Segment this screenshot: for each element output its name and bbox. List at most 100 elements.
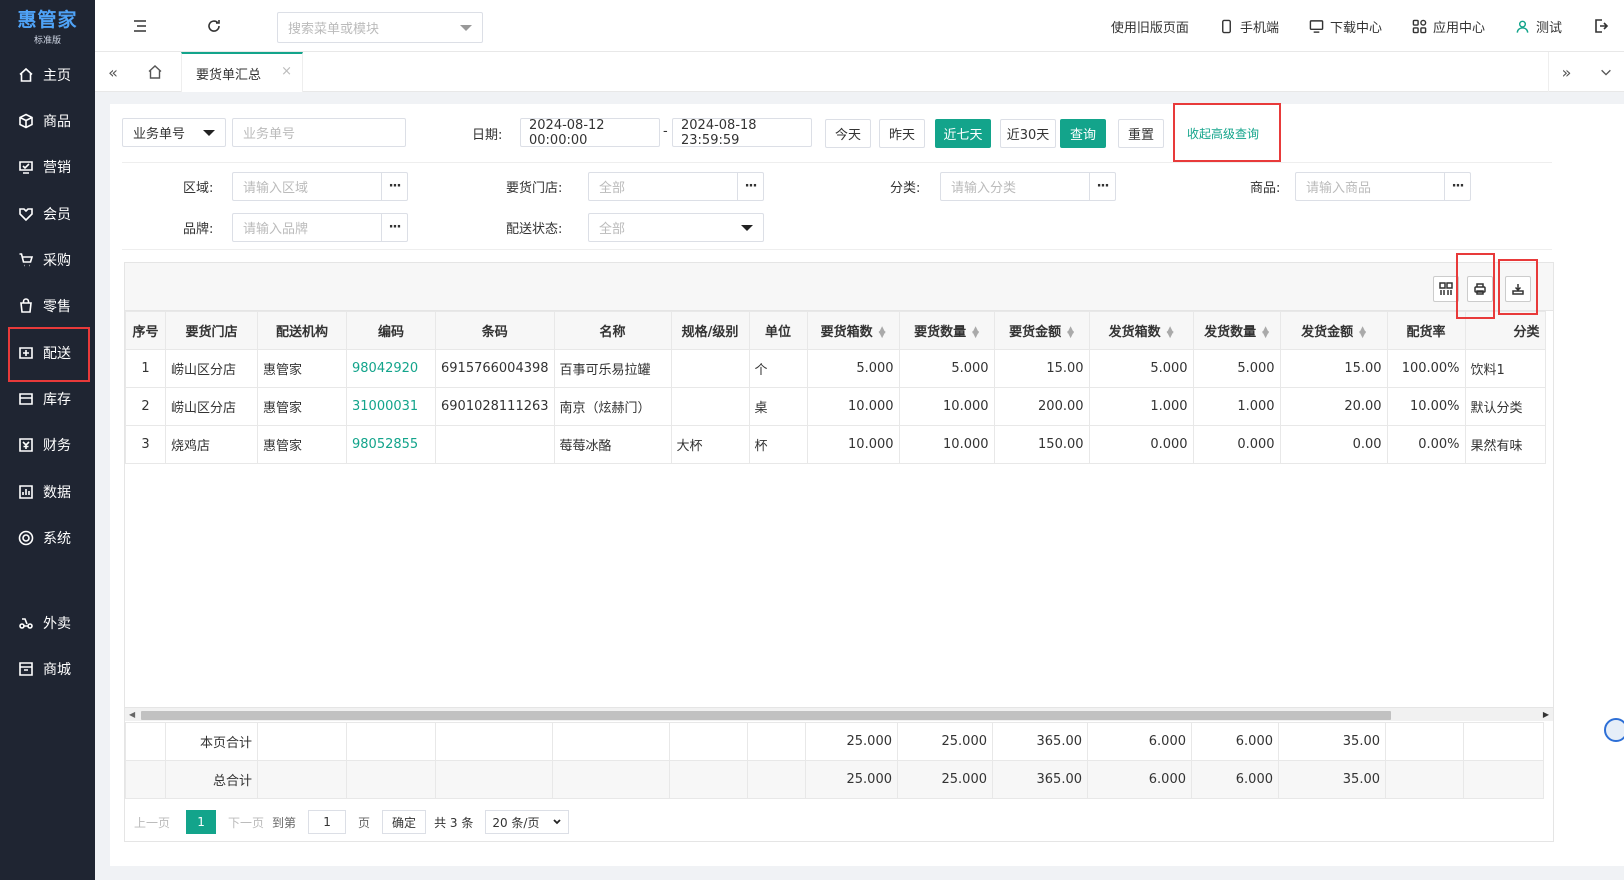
more-icon[interactable]: ··· xyxy=(1444,173,1470,200)
column-header: 编码 xyxy=(346,311,436,350)
summary-cell xyxy=(669,760,748,799)
filter-divider xyxy=(122,249,1552,250)
more-icon[interactable]: ··· xyxy=(737,173,763,200)
brand-input[interactable]: 请输入品牌 ··· xyxy=(232,213,408,242)
date-start-value: 2024-08-12 00:00:00 xyxy=(529,117,605,148)
sort-icon[interactable]: ▲ ▼ xyxy=(1167,325,1174,339)
current-page-button[interactable]: 1 xyxy=(186,810,217,834)
close-tab-icon[interactable]: × xyxy=(281,64,292,79)
scroll-left-icon[interactable]: ◀ xyxy=(129,710,135,719)
column-header[interactable]: 发货数量 ▲ ▼ xyxy=(1192,311,1281,350)
delivery-status-select[interactable]: 全部 xyxy=(588,213,764,242)
more-icon[interactable]: ··· xyxy=(1089,173,1115,200)
tab-requisition-summary[interactable]: 要货单汇总 × xyxy=(181,52,303,92)
product-code-link[interactable]: 98052855 xyxy=(346,425,436,464)
store-input[interactable]: 全部 ··· xyxy=(588,172,764,201)
tab-dropdown-icon[interactable] xyxy=(1588,52,1624,92)
user-menu[interactable]: 测试 xyxy=(1515,17,1562,36)
apps-label: 应用中心 xyxy=(1432,20,1485,36)
goto-page-input[interactable]: 1 xyxy=(308,810,347,834)
download-label: 下载中心 xyxy=(1329,20,1382,36)
area-input[interactable]: 请输入区域 ··· xyxy=(232,172,408,201)
sort-icon[interactable]: ▲ ▼ xyxy=(1067,325,1074,339)
sidebar-item-11[interactable]: 外卖 xyxy=(0,603,95,643)
sidebar-item-0[interactable]: 主页 xyxy=(0,55,95,95)
biz-number-input[interactable]: 业务单号 xyxy=(232,118,406,147)
horizontal-scrollbar[interactable]: ◀ ▶ xyxy=(125,707,1553,721)
menu-toggle-icon[interactable] xyxy=(125,11,155,41)
tab-scroll-left-icon[interactable]: « xyxy=(95,52,131,92)
sidebar-item-2[interactable]: 营销 xyxy=(0,147,95,187)
more-icon[interactable]: ··· xyxy=(381,214,407,241)
column-header[interactable]: 要货数量 ▲ ▼ xyxy=(898,311,995,350)
date-end-input[interactable]: 2024-08-18 23:59:59 xyxy=(672,118,812,148)
sidebar-item-8[interactable]: 财务 xyxy=(0,425,95,465)
column-header[interactable]: 要货箱数 ▲ ▼ xyxy=(806,311,900,350)
logout-icon[interactable] xyxy=(1586,11,1616,41)
sort-icon[interactable]: ▲ ▼ xyxy=(1359,325,1366,339)
sidebar-item-5[interactable]: 零售 xyxy=(0,286,95,326)
sidebar-item-4[interactable]: 采购 xyxy=(0,240,95,280)
print-icon xyxy=(1474,283,1486,295)
mobile-link[interactable]: 手机端 xyxy=(1219,17,1279,36)
column-header-label: 配送机构 xyxy=(275,325,328,340)
more-icon[interactable]: ··· xyxy=(381,173,407,200)
tab-scroll-right-icon[interactable]: » xyxy=(1548,52,1584,92)
prev-page-button[interactable]: 上一页 xyxy=(134,814,170,831)
app-logo[interactable]: 惠管家 标准版 xyxy=(0,0,95,50)
page-size-select[interactable]: 20 条/页 xyxy=(485,810,570,834)
column-header[interactable]: 要货金额 ▲ ▼ xyxy=(993,311,1090,350)
sort-icon[interactable]: ▲ ▼ xyxy=(1262,325,1269,339)
old-version-link[interactable]: 使用旧版页面 xyxy=(1111,17,1189,36)
chevron-down-icon xyxy=(203,130,215,136)
assistant-float-icon[interactable] xyxy=(1604,718,1624,742)
table-cell: 百事可乐易拉罐 xyxy=(553,349,672,388)
category-input[interactable]: 请输入分类 ··· xyxy=(940,172,1116,201)
last-7-days-button[interactable]: 近七天 xyxy=(935,119,991,148)
date-start-input[interactable]: 2024-08-12 00:00:00 xyxy=(520,117,660,148)
sidebar-item-12[interactable]: 商城 xyxy=(0,649,95,689)
column-settings-button[interactable] xyxy=(1433,276,1459,302)
yesterday-button[interactable]: 昨天 xyxy=(879,119,925,148)
table-row[interactable]: 1 崂山区分店 惠管家 98042920 6915766004398 百事可乐易拉罐个 5.… xyxy=(125,349,1546,388)
sidebar-item-1[interactable]: 商品 xyxy=(0,101,95,141)
last-30-days-button[interactable]: 近30天 xyxy=(1000,119,1056,148)
reset-button[interactable]: 重置 xyxy=(1118,119,1164,148)
menu-search-input[interactable]: 搜索菜单或模块 xyxy=(277,12,483,43)
sidebar-item-6[interactable]: 配送 xyxy=(0,333,95,373)
home-tab-icon[interactable] xyxy=(137,52,173,92)
product-code-link[interactable]: 31000031 xyxy=(346,387,436,426)
sidebar-item-10[interactable]: 系统 xyxy=(0,518,95,558)
sidebar-item-label: 库存 xyxy=(43,392,71,408)
scroll-right-icon[interactable]: ▶ xyxy=(1543,710,1549,719)
sidebar-item-7[interactable]: 库存 xyxy=(0,379,95,419)
app-center-link[interactable]: 应用中心 xyxy=(1412,17,1485,36)
export-button[interactable] xyxy=(1505,276,1531,302)
sidebar-item-3[interactable]: 会员 xyxy=(0,194,95,234)
refresh-icon[interactable] xyxy=(199,11,229,41)
summary-cell: 365.00 xyxy=(992,760,1088,799)
product-code-link[interactable]: 98042920 xyxy=(346,349,436,388)
sidebar-item-9[interactable]: 数据 xyxy=(0,472,95,512)
print-button[interactable] xyxy=(1467,276,1493,302)
table-row[interactable]: 2 崂山区分店 惠管家 31000031 6901028111263 南京（炫赫门）桌 10… xyxy=(125,387,1546,426)
sort-icon[interactable]: ▲ ▼ xyxy=(972,325,979,339)
summary-cell: 365.00 xyxy=(992,722,1088,761)
download-center-link[interactable]: 下载中心 xyxy=(1309,17,1382,36)
next-page-button[interactable]: 下一页 xyxy=(228,814,264,831)
today-button[interactable]: 今天 xyxy=(825,119,871,148)
scrollbar-thumb[interactable] xyxy=(141,711,1391,720)
sort-icon[interactable]: ▲ ▼ xyxy=(879,325,886,339)
table-row[interactable]: 3 烧鸡店 惠管家 98052855 莓莓冰酪 大杯杯 10.000 10.000 150.00… xyxy=(125,425,1546,464)
column-header: 单位 xyxy=(748,311,808,350)
goto-confirm-button[interactable]: 确定 xyxy=(382,810,427,834)
column-header: 要货门店 xyxy=(165,311,258,350)
collapse-advanced-query-link[interactable]: 收起高级查询 xyxy=(1187,125,1259,142)
column-header[interactable]: 发货箱数 ▲ ▼ xyxy=(1088,311,1194,350)
biz-type-select[interactable]: 业务单号 xyxy=(122,118,226,147)
column-header[interactable]: 发货金额 ▲ ▼ xyxy=(1279,311,1388,350)
product-input[interactable]: 请输入商品 ··· xyxy=(1295,172,1471,201)
query-button[interactable]: 查询 xyxy=(1060,119,1106,148)
summary-cell xyxy=(435,722,553,761)
summary-cell xyxy=(552,760,670,799)
